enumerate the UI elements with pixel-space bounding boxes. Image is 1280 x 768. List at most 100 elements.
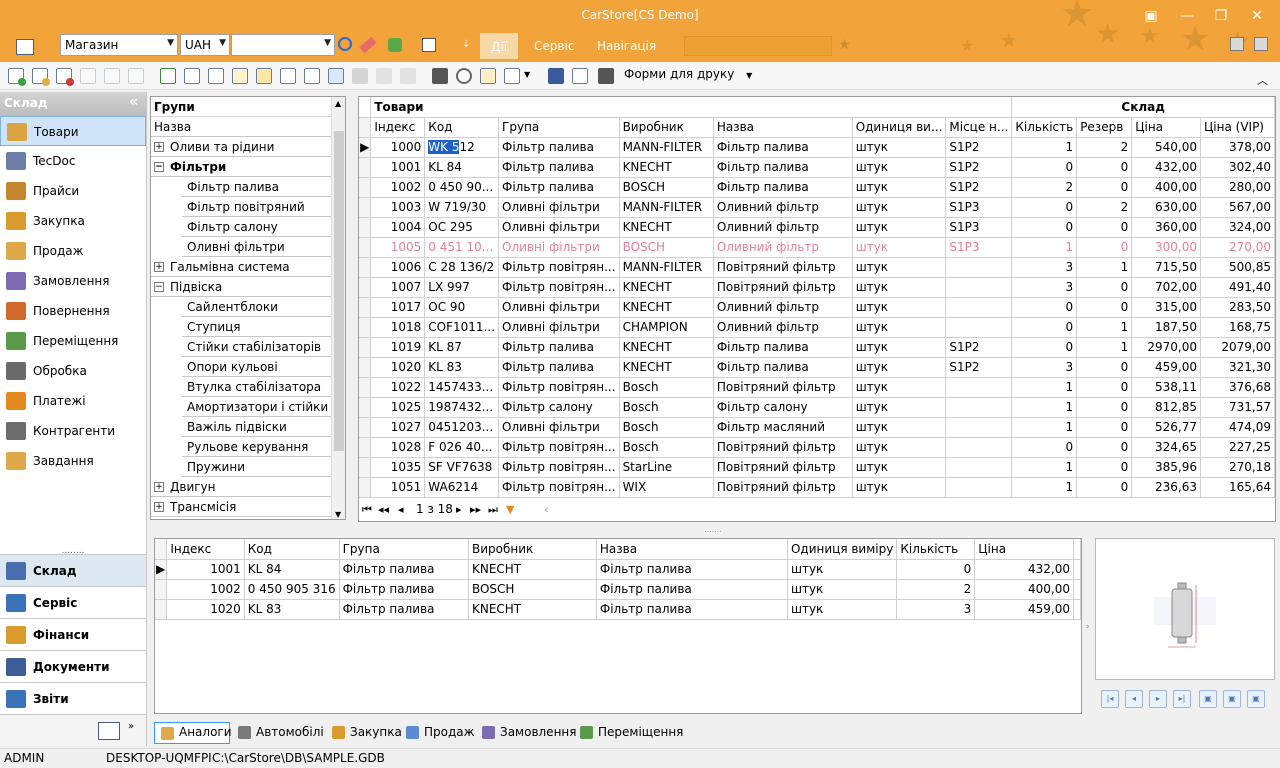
table-cell[interactable]: WIX (619, 477, 714, 498)
table-cell[interactable]: штук (852, 317, 947, 338)
column-header[interactable]: Місце н... (945, 117, 1013, 138)
table-cell[interactable]: Фільтр повітрян... (498, 377, 620, 398)
document-list-icon[interactable] (184, 68, 200, 84)
history-icon[interactable] (456, 68, 472, 84)
nav-item-3[interactable]: Закупка (0, 206, 146, 236)
table-cell[interactable]: 0 (1011, 317, 1078, 338)
last-page-icon[interactable]: ⏭ (488, 503, 498, 517)
table-cell[interactable]: 400,00 (1131, 177, 1201, 198)
table-cell[interactable]: 1051 (370, 477, 426, 498)
column-header[interactable]: Одиниця ви... (852, 117, 947, 138)
column-header[interactable]: Індекс (370, 117, 426, 138)
table-cell[interactable]: штук (852, 197, 947, 218)
filter-combo[interactable]: ▼ (231, 34, 335, 56)
table-cell[interactable]: 0 (1076, 297, 1133, 318)
group-node[interactable]: + Двигун (151, 477, 345, 497)
table-cell[interactable]: S1P2 (945, 137, 1013, 158)
minimize-button[interactable]: — (1174, 6, 1200, 26)
save-icon[interactable] (548, 68, 564, 84)
table-cell[interactable]: штук (852, 337, 947, 358)
table-cell[interactable]: OC 90 (424, 297, 500, 318)
table-cell[interactable]: Оливні фільтри (498, 237, 620, 258)
table-cell[interactable]: 302,40 (1200, 157, 1275, 178)
table-cell[interactable]: 1022 (370, 377, 426, 398)
table-row[interactable]: 1020 KL 83 Фільтр палива KNECHT Фільтр палив… (359, 357, 1275, 378)
table-row[interactable]: 1001 KL 84 Фільтр палива KNECHT Фільтр палив… (359, 157, 1275, 178)
table-cell[interactable] (945, 317, 1013, 338)
table-cell[interactable]: 2 (896, 579, 976, 600)
table-cell[interactable]: Фільтр палива (339, 579, 469, 600)
table-cell[interactable]: 1 (1011, 237, 1078, 258)
ribbon-search-input[interactable] (684, 36, 832, 56)
first-page-icon[interactable]: ⏮ (362, 503, 372, 517)
table-row[interactable]: 1022 1457433... Фільтр повітрян... Bosch Пов… (359, 377, 1275, 398)
table-cell[interactable]: Повітряний фільтр (713, 457, 853, 478)
table-cell[interactable] (945, 397, 1013, 418)
table-cell[interactable]: 459,00 (974, 599, 1074, 620)
table-row[interactable]: 1004 OC 295 Оливні фільтри KNECHT Оливний фі… (359, 217, 1275, 238)
table-cell[interactable]: C 28 136/2 (424, 257, 500, 278)
table-row[interactable]: 1003 W 719/30 Оливні фільтри MANN-FILTER Оли… (359, 197, 1275, 218)
prev-group-icon[interactable]: ◂◂ (378, 503, 389, 516)
table-cell[interactable]: 1 (1076, 257, 1133, 278)
table-cell[interactable]: штук (852, 297, 947, 318)
table-cell[interactable]: KNECHT (468, 599, 597, 620)
table-cell[interactable]: 459,00 (1131, 357, 1201, 378)
table-cell[interactable]: 1 (1076, 337, 1133, 358)
copy-icon[interactable] (80, 68, 96, 84)
table-cell[interactable]: 0 (1076, 437, 1133, 458)
table-cell[interactable] (945, 417, 1013, 438)
groups-column-name[interactable]: Назва (151, 117, 345, 137)
detail-tab-0[interactable]: Аналоги (154, 722, 232, 744)
table-cell[interactable]: Фільтр масляний (713, 417, 853, 438)
table-cell[interactable]: KL 87 (424, 337, 500, 358)
search-document-icon[interactable] (504, 68, 520, 84)
table-cell[interactable]: 321,30 (1200, 357, 1275, 378)
column-header[interactable]: Назва (713, 117, 853, 138)
table-cell[interactable]: 491,40 (1200, 277, 1275, 298)
table-cell[interactable]: Фільтр палива (498, 357, 620, 378)
table-cell[interactable]: 538,11 (1131, 377, 1201, 398)
document-lines-icon[interactable] (208, 68, 224, 84)
table-cell[interactable]: KL 83 (424, 357, 500, 378)
table-row[interactable]: 1005 0 451 10... Оливні фільтри BOSCH Оливни… (359, 237, 1275, 258)
print-forms-button[interactable]: Форми для друку ▼ (624, 67, 752, 81)
table-cell[interactable]: Фільтр повітрян... (498, 257, 620, 278)
table-cell[interactable]: Фільтр повітрян... (498, 457, 620, 478)
table-cell[interactable]: 270,00 (1200, 237, 1275, 258)
table-cell[interactable]: 1006 (370, 257, 426, 278)
table-cell[interactable]: 0451203... (424, 417, 500, 438)
delete-icon[interactable] (56, 68, 74, 86)
table-cell[interactable]: F 026 40... (424, 437, 500, 458)
table-cell[interactable]: 1001 (166, 559, 245, 580)
nav-configure-icon[interactable] (98, 722, 120, 740)
favorites-star-icon[interactable]: ★ (838, 37, 856, 53)
table-cell[interactable]: 0 450 90... (424, 177, 500, 198)
table-cell[interactable]: Повітряний фільтр (713, 257, 853, 278)
table-cell[interactable]: 812,85 (1131, 397, 1201, 418)
table-cell[interactable]: 0 (1011, 297, 1078, 318)
search-icon[interactable] (338, 37, 352, 51)
nav-item-2[interactable]: Прайси (0, 176, 146, 206)
table-cell[interactable]: 324,65 (1131, 437, 1201, 458)
table-cell[interactable]: 1987432... (424, 397, 500, 418)
table-cell[interactable] (945, 257, 1013, 278)
table-cell[interactable]: Оливний фільтр (713, 237, 853, 258)
group-node[interactable]: − Фільтри (151, 157, 345, 177)
print-icon[interactable] (598, 68, 614, 84)
document-orange-icon[interactable] (256, 68, 272, 84)
table-cell[interactable]: 378,00 (1200, 137, 1275, 158)
detail-tab-4[interactable]: Замовлення (476, 722, 576, 744)
group-node[interactable]: Пружини (182, 457, 345, 477)
column-header[interactable]: Ціна (974, 539, 1074, 560)
table-row[interactable]: 1020 KL 83 Фільтр палива KNECHT Фільтр палив… (155, 599, 1081, 620)
table-row[interactable]: 1027 0451203... Оливні фільтри Bosch Фільтр … (359, 417, 1275, 438)
preview-icon[interactable] (572, 68, 588, 84)
table-cell[interactable]: CHAMPION (619, 317, 714, 338)
table-cell[interactable]: LX 997 (424, 277, 500, 298)
table-cell[interactable]: 2970,00 (1131, 337, 1201, 358)
nav-more-icon[interactable]: » (128, 721, 134, 732)
table-cell[interactable]: KNECHT (619, 157, 714, 178)
table-row[interactable]: ▶ 1001 KL 84 Фільтр палива KNECHT Фільтр пали… (155, 559, 1081, 580)
table-cell[interactable]: штук (852, 417, 947, 438)
